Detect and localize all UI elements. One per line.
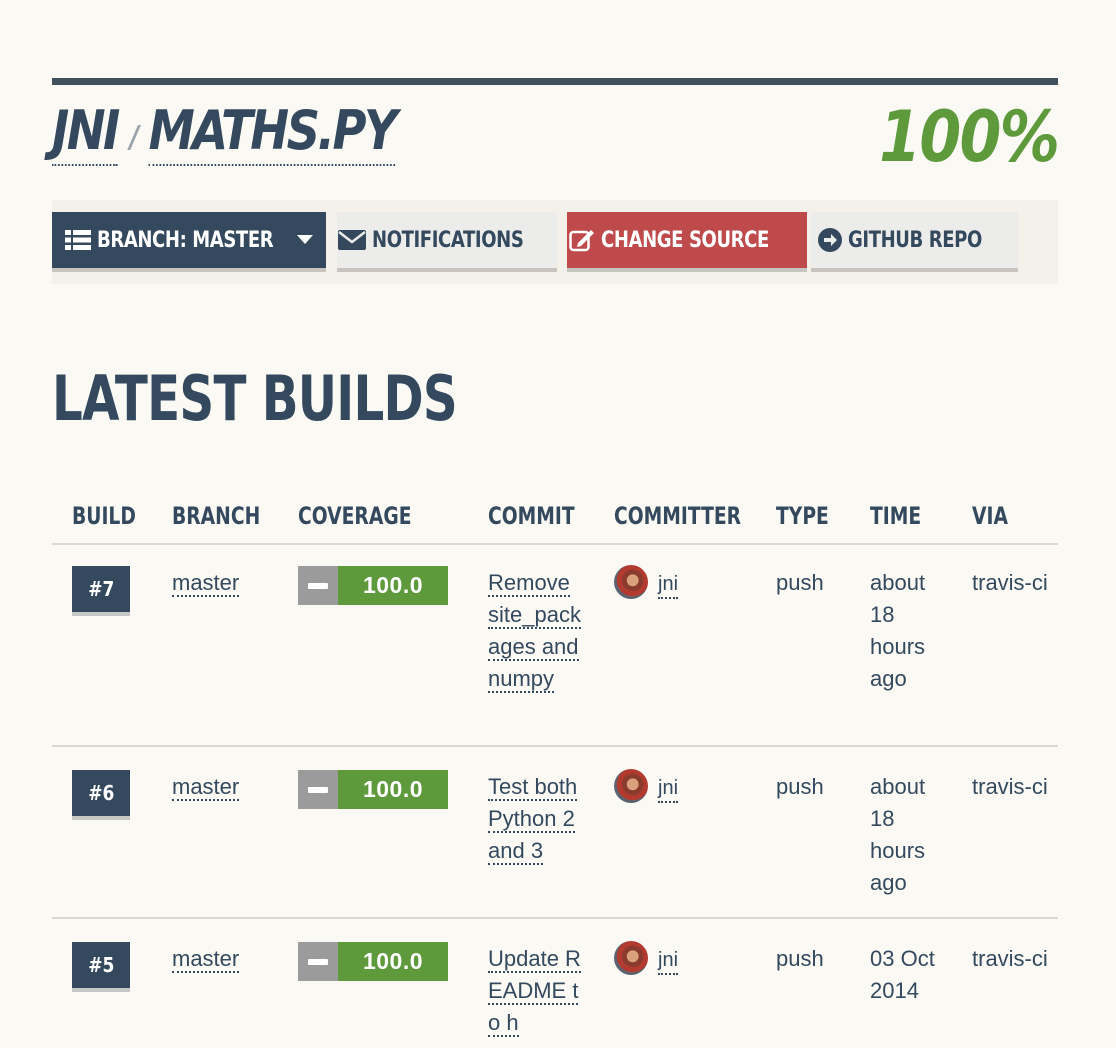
coverage-badge: 100.0 (298, 566, 448, 605)
branch-cell: master (172, 943, 240, 975)
owner-link[interactable]: JNI (52, 98, 120, 166)
build-number-badge[interactable]: #6 (72, 770, 130, 816)
branch-cell: master (172, 567, 240, 599)
committer-cell: jni (614, 769, 679, 803)
column-header-branch: BRANCH (172, 502, 261, 530)
minus-icon (298, 566, 338, 605)
coverage-value: 100.0 (338, 942, 448, 981)
committer-link[interactable]: jni (658, 775, 679, 803)
table-row: #5 master 100.0 Update README to h jni p… (52, 919, 1058, 1048)
column-header-committer: COMMITTER (614, 502, 742, 530)
build-number-badge[interactable]: #7 (72, 566, 130, 612)
time-cell: 03 Oct 2014 (870, 946, 935, 1003)
notifications-button[interactable]: NOTIFICATIONS (337, 212, 557, 268)
branch-link[interactable]: master (172, 570, 240, 597)
via-cell: travis-ci (972, 570, 1048, 595)
commit-link[interactable]: Update README to h (488, 946, 581, 1037)
change-source-button[interactable]: CHANGE SOURCE (567, 212, 807, 268)
title-separator: / (129, 120, 139, 155)
envelope-icon (337, 230, 366, 250)
build-number-badge[interactable]: #5 (72, 942, 130, 988)
branch-dropdown-button[interactable]: BRANCH: MASTER (52, 212, 326, 268)
github-button-label: GITHUB REPO (847, 227, 982, 253)
caret-down-icon (297, 235, 314, 245)
avatar (614, 769, 648, 803)
top-rule (52, 78, 1058, 85)
table-row: #7 master 100.0 Remove site_packages and… (52, 545, 1058, 747)
via-cell: travis-ci (972, 774, 1048, 799)
time-cell: about 18 hours ago (870, 774, 926, 895)
table-row: #6 master 100.0 Test both Python 2 and 3… (52, 747, 1058, 919)
notifications-button-label: NOTIFICATIONS (371, 227, 524, 253)
repo-link[interactable]: MATHS.PY (148, 98, 398, 166)
commit-cell: Update README to h (488, 943, 584, 1039)
edit-icon (568, 228, 595, 252)
branch-button-label: BRANCH: MASTER (96, 227, 274, 253)
coverage-badge: 100.0 (298, 942, 448, 981)
time-cell: about 18 hours ago (870, 570, 926, 691)
committer-cell: jni (614, 565, 679, 599)
column-header-coverage: COVERAGE (298, 502, 412, 530)
committer-link[interactable]: jni (658, 947, 679, 975)
github-repo-button[interactable]: GITHUB REPO (811, 212, 1018, 268)
column-header-build: BUILD (72, 502, 136, 530)
commit-link[interactable]: Remove site_packages and numpy (488, 570, 581, 693)
committer-cell: jni (614, 941, 679, 975)
arrow-circle-right-icon (817, 228, 842, 252)
committer-link[interactable]: jni (658, 571, 679, 599)
builds-table-header: BUILD BRANCH COVERAGE COMMIT COMMITTER T… (52, 496, 1058, 545)
via-cell: travis-ci (972, 946, 1048, 971)
coverage-badge: 100.0 (298, 770, 448, 809)
branch-link[interactable]: master (172, 946, 240, 973)
coverage-value: 100.0 (338, 566, 448, 605)
coverage-value: 100.0 (338, 770, 448, 809)
commit-link[interactable]: Test both Python 2 and 3 (488, 774, 578, 865)
type-cell: push (776, 774, 824, 799)
branch-link[interactable]: master (172, 774, 240, 801)
commit-cell: Test both Python 2 and 3 (488, 771, 584, 867)
column-header-time: TIME (870, 502, 922, 530)
type-cell: push (776, 570, 824, 595)
list-icon (64, 230, 91, 250)
change-source-button-label: CHANGE SOURCE (600, 227, 769, 253)
commit-cell: Remove site_packages and numpy (488, 567, 584, 695)
minus-icon (298, 942, 338, 981)
column-header-commit: COMMIT (488, 502, 575, 530)
avatar (614, 565, 648, 599)
latest-builds-heading: LATEST BUILDS (52, 362, 458, 435)
avatar (614, 941, 648, 975)
column-header-type: TYPE (776, 502, 829, 530)
repo-coverage: 100% (878, 96, 1060, 178)
toolbar: BRANCH: MASTER NOTIFICATIONS CHANGE SOUR… (52, 200, 1058, 284)
branch-cell: master (172, 771, 240, 803)
type-cell: push (776, 946, 824, 971)
minus-icon (298, 770, 338, 809)
column-header-via: VIA (972, 502, 1008, 530)
repo-title: JNI / MATHS.PY (52, 98, 398, 178)
